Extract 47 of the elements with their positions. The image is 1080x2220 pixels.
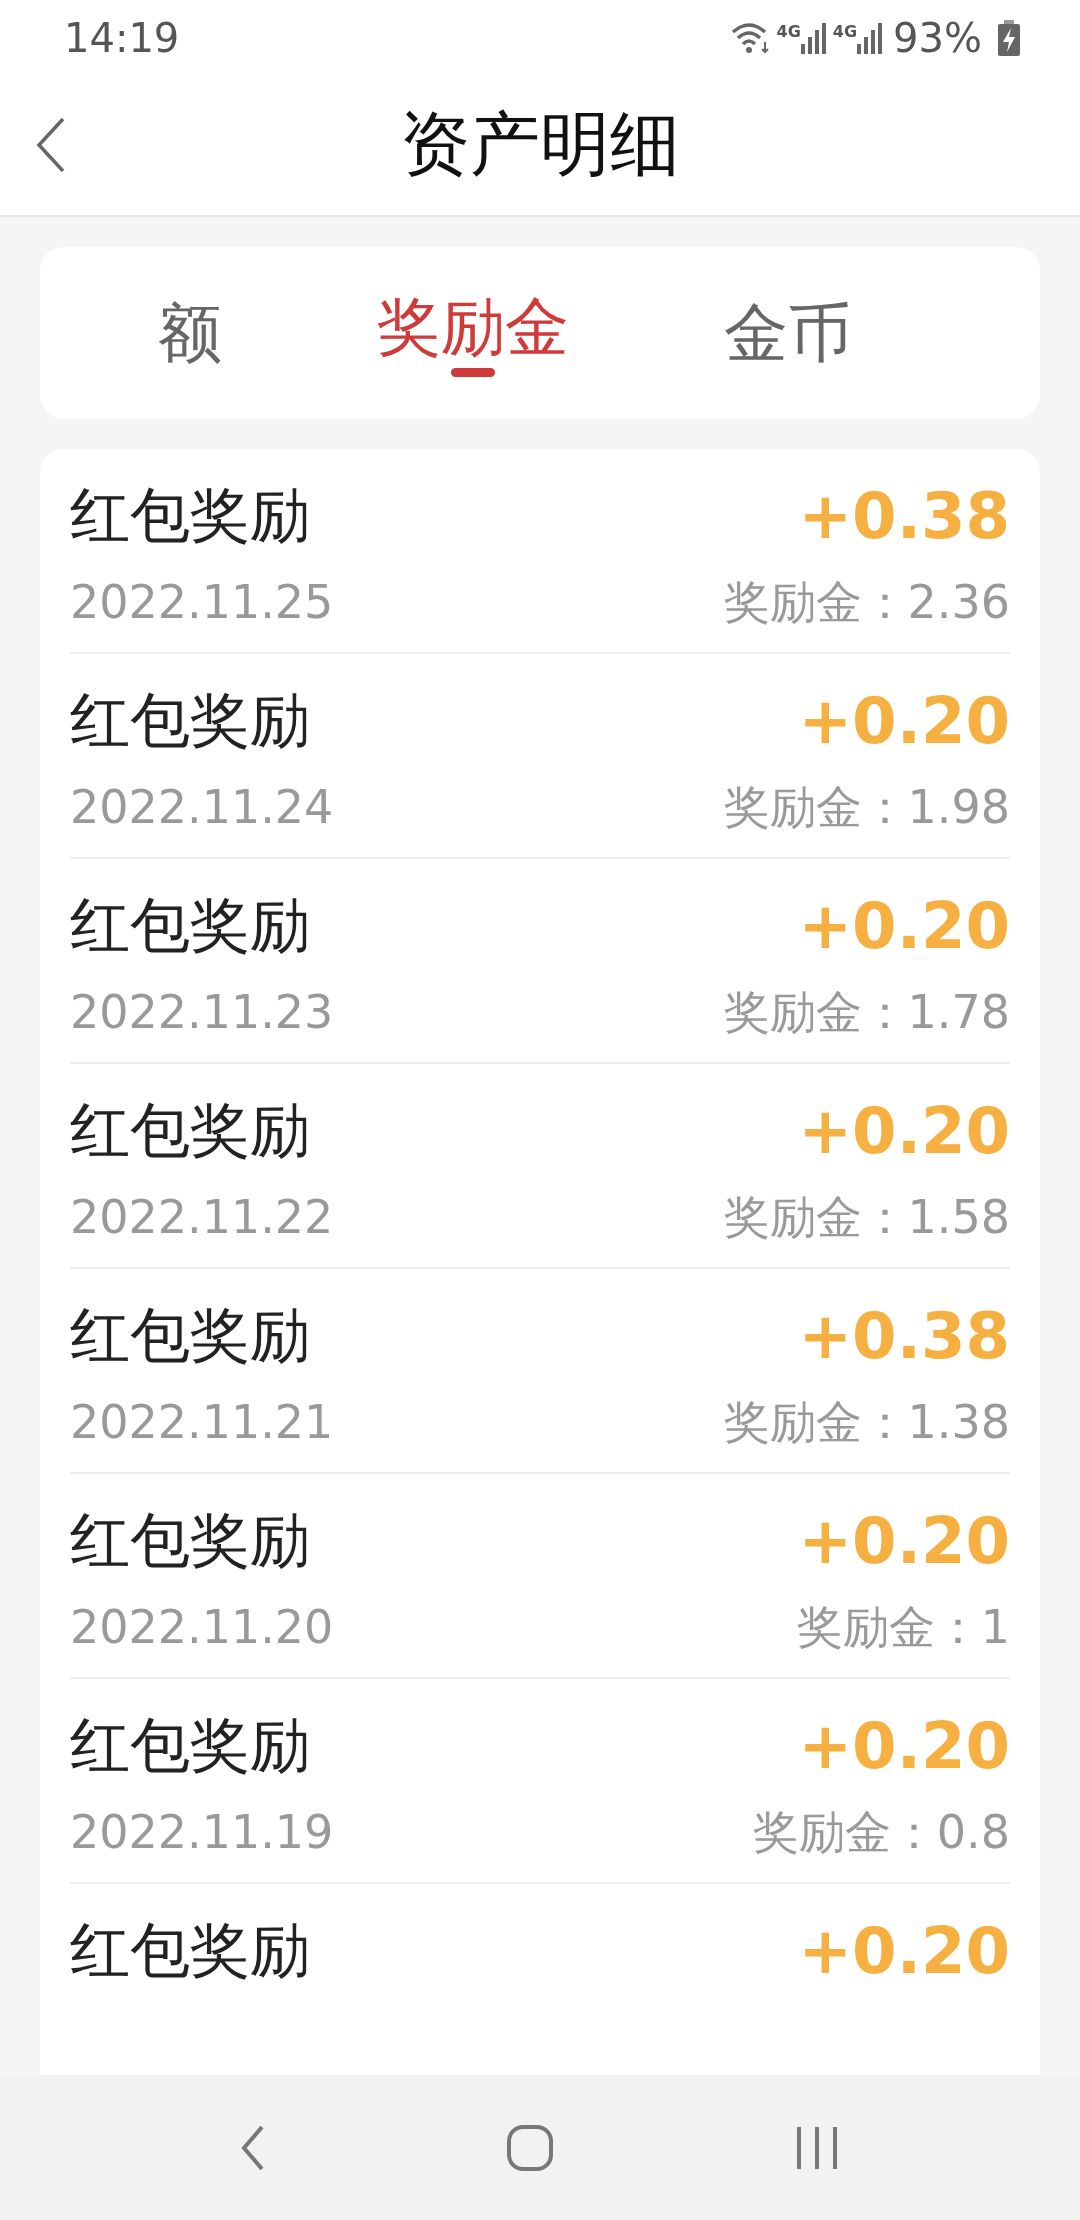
status-time: 14:19 xyxy=(64,14,180,61)
wifi-icon xyxy=(730,21,771,54)
record-title: 红包奖励 xyxy=(70,888,310,962)
tab[interactable]: 奖励金 xyxy=(377,289,569,366)
battery-charging-icon xyxy=(998,19,1020,56)
record-amount: +0.20 xyxy=(798,1914,1010,1988)
tab[interactable]: 额 xyxy=(158,294,222,372)
tab-indicator xyxy=(451,367,495,377)
record-title: 红包奖励 xyxy=(70,1708,310,1782)
record-amount: +0.20 xyxy=(798,1504,1010,1578)
network-type: 4G xyxy=(776,21,801,41)
record-balance: 奖励金：1 xyxy=(796,1602,1010,1653)
signal-icon xyxy=(800,21,827,54)
record-amount: +0.20 xyxy=(798,1094,1010,1168)
home-icon[interactable] xyxy=(507,2124,553,2171)
record-date: 2022.11.24 xyxy=(70,782,334,833)
record-title: 红包奖励 xyxy=(70,683,310,757)
network-type: 4G xyxy=(832,21,858,41)
page-title: 资产明细 xyxy=(400,102,680,187)
record-title: 红包奖励 xyxy=(70,1093,310,1167)
record-date: 2022.11.23 xyxy=(70,987,334,1038)
back-icon[interactable] xyxy=(36,117,66,173)
tab[interactable]: 金币 xyxy=(724,294,852,372)
record-date: 2022.11.22 xyxy=(70,1192,334,1243)
record-amount: +0.20 xyxy=(798,684,1010,758)
record-date: 2022.11.25 xyxy=(70,577,334,628)
record-balance: 奖励金：1.98 xyxy=(723,782,1010,833)
record-balance: 奖励金：1.78 xyxy=(723,987,1010,1038)
record-balance: 奖励金：0.8 xyxy=(752,1807,1010,1858)
record-title: 红包奖励 xyxy=(70,1913,310,1987)
back-icon[interactable] xyxy=(241,2124,265,2171)
record-balance: 奖励金：2.36 xyxy=(723,577,1010,628)
record-title: 红包奖励 xyxy=(70,1298,310,1372)
battery-percent: 93% xyxy=(893,14,982,61)
record-amount: +0.20 xyxy=(798,1709,1010,1783)
record-date: 2022.11.20 xyxy=(70,1602,334,1653)
record-date: 2022.11.19 xyxy=(70,1807,334,1858)
record-title: 红包奖励 xyxy=(70,1503,310,1577)
record-amount: +0.38 xyxy=(798,479,1010,553)
record-balance: 奖励金：1.38 xyxy=(723,1397,1010,1448)
record-date: 2022.11.21 xyxy=(70,1397,334,1448)
record-amount: +0.38 xyxy=(798,1299,1010,1373)
record-title: 红包奖励 xyxy=(70,478,310,552)
recent-apps-icon[interactable] xyxy=(795,2124,839,2171)
record-balance: 奖励金：1.58 xyxy=(723,1192,1010,1243)
record-amount: +0.20 xyxy=(798,889,1010,963)
signal-icon xyxy=(857,21,884,54)
